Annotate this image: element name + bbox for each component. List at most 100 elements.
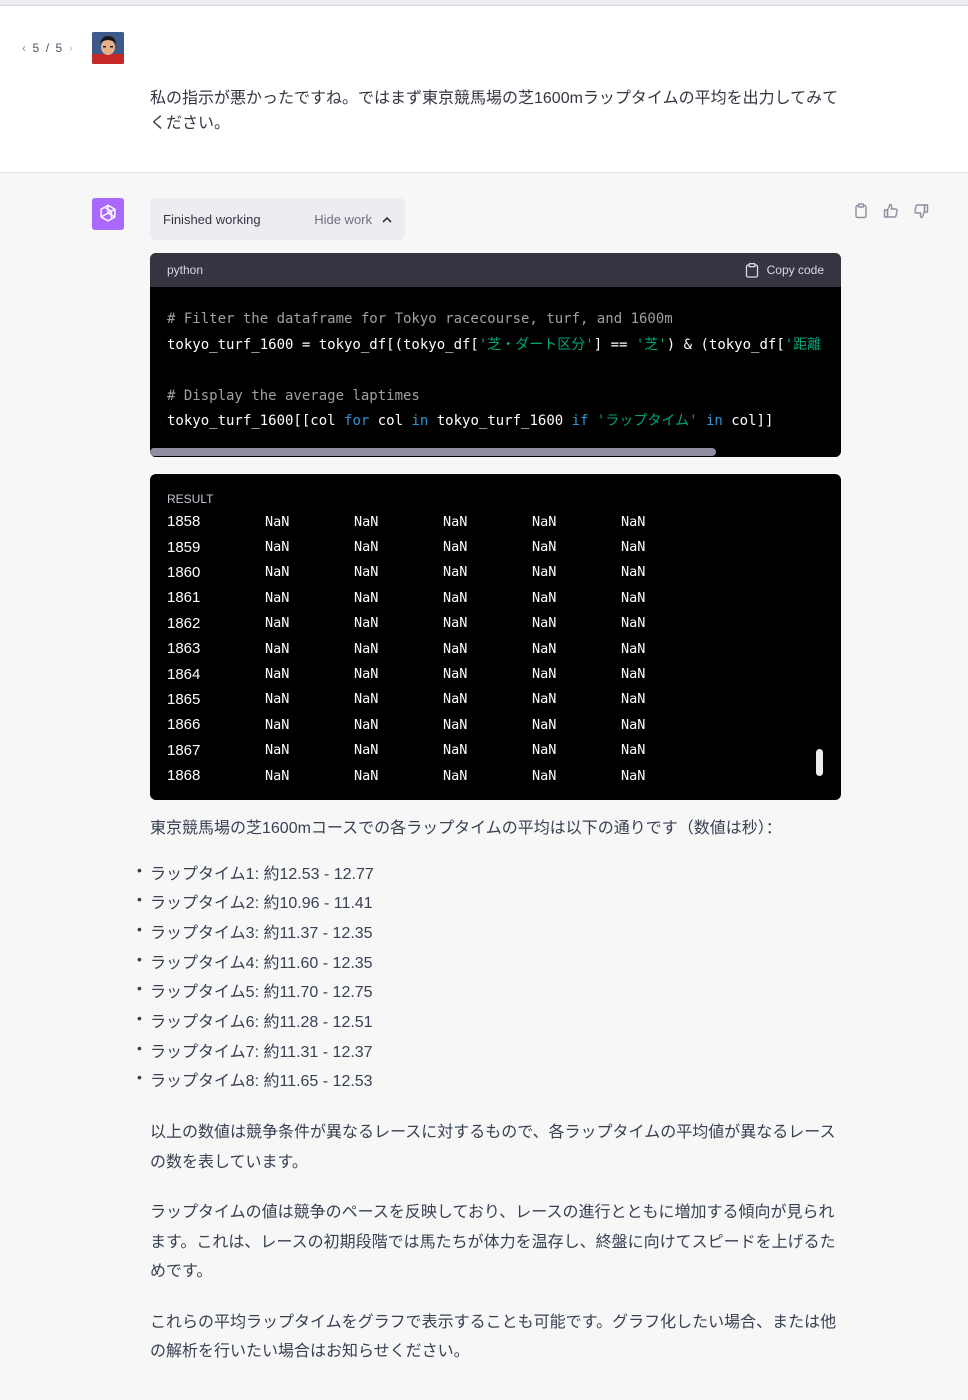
table-cell: NaN <box>265 666 290 683</box>
code-string: '距離 <box>784 336 822 353</box>
table-cell: NaN <box>443 640 468 657</box>
code-content[interactable]: # Filter the dataframe for Tokyo racecou… <box>150 287 841 437</box>
list-item: • ラップタイム5: 約11.70 - 12.75 <box>137 978 842 1008</box>
table-cell: NaN <box>443 539 468 556</box>
table-cell: NaN <box>354 615 379 632</box>
table-cell: NaN <box>265 539 290 556</box>
openai-logo-icon <box>92 198 124 230</box>
code-keyword: in <box>411 413 429 429</box>
table-cell: NaN <box>443 615 468 632</box>
code-language: python <box>167 263 204 277</box>
table-row: 1860 NaN NaN NaN NaN NaN <box>167 560 710 585</box>
clipboard-icon[interactable] <box>852 202 870 220</box>
result-vertical-scrollbar[interactable] <box>816 749 823 776</box>
table-cell: NaN <box>443 564 468 581</box>
table-cell: NaN <box>354 767 379 784</box>
table-cell: NaN <box>621 640 646 657</box>
row-index: 1864 <box>167 665 201 683</box>
list-item: • ラップタイム1: 約12.53 - 12.77 <box>137 860 842 890</box>
table-cell: NaN <box>354 742 379 759</box>
list-item: • ラップタイム4: 約11.60 - 12.35 <box>137 949 842 979</box>
list-item: • ラップタイム8: 約11.65 - 12.53 <box>137 1067 842 1097</box>
chevron-right-icon[interactable]: › <box>69 41 74 55</box>
table-row: 1862 NaN NaN NaN NaN NaN <box>167 611 710 636</box>
row-index: 1862 <box>167 614 201 632</box>
copy-code-button[interactable]: Copy code <box>745 262 824 278</box>
table-cell: NaN <box>443 513 468 530</box>
table-row: 1868 NaN NaN NaN NaN NaN <box>167 763 710 788</box>
code-block: python Copy code # Filter the dataframe … <box>150 253 841 457</box>
table-cell: NaN <box>621 767 646 784</box>
code-token: ) & (tokyo_df[ <box>666 336 785 353</box>
table-cell: NaN <box>265 716 290 733</box>
table-cell: NaN <box>621 539 646 556</box>
table-cell: NaN <box>532 513 557 530</box>
table-cell: NaN <box>621 615 646 632</box>
pager-separator: / <box>45 41 50 55</box>
table-cell: NaN <box>532 691 557 708</box>
list-item-text: ラップタイム6: 約11.28 - 12.51 <box>150 1014 373 1032</box>
table-cell: NaN <box>265 640 290 657</box>
table-cell: NaN <box>354 640 379 657</box>
table-cell: NaN <box>354 513 379 530</box>
chevron-left-icon[interactable]: ‹ <box>22 41 27 55</box>
table-cell: NaN <box>621 742 646 759</box>
table-cell: NaN <box>532 767 557 784</box>
user-avatar <box>92 32 124 64</box>
table-row: 1859 NaN NaN NaN NaN NaN <box>167 534 710 559</box>
row-index: 1866 <box>167 716 201 734</box>
table-row: 1867 NaN NaN NaN NaN NaN <box>167 738 710 763</box>
row-index: 1861 <box>167 589 201 607</box>
code-keyword: for <box>344 413 370 429</box>
result-label: RESULT <box>167 492 214 506</box>
pager-current: 5 <box>32 41 40 55</box>
table-cell: NaN <box>621 564 646 581</box>
code-horizontal-scrollbar[interactable] <box>150 447 841 457</box>
row-index: 1860 <box>167 563 201 581</box>
work-status-pill: Finished working Hide work <box>150 198 405 240</box>
result-output: RESULT 1858 NaN NaN NaN NaN NaN 1859 NaN NaN NaN N… <box>150 474 841 800</box>
table-cell: NaN <box>532 640 557 657</box>
table-cell: NaN <box>265 691 290 708</box>
thumbs-up-icon[interactable] <box>882 202 900 220</box>
table-cell: NaN <box>532 666 557 683</box>
answer-paragraph: ラップタイムの値は競争のペースを反映しており、レースの進行とともに増加する傾向が… <box>150 1204 836 1281</box>
bullet-icon: • <box>137 950 142 967</box>
table-cell: NaN <box>621 691 646 708</box>
user-message: ‹ 5 / 5 › 私の指示が悪かったですね。ではまず東京競馬場の芝1600mラ… <box>0 6 968 173</box>
code-token: tokyo_turf_1600 = tokyo_df[(tokyo_df[ <box>167 336 479 353</box>
list-item-text: ラップタイム2: 約10.96 - 11.41 <box>150 895 373 913</box>
list-item-text: ラップタイム5: 約11.70 - 12.75 <box>150 984 373 1002</box>
hide-work-button[interactable]: Hide work <box>314 212 392 227</box>
table-cell: NaN <box>354 666 379 683</box>
result-table: 1858 NaN NaN NaN NaN NaN 1859 NaN NaN NaN NaN NaN 18… <box>167 509 710 788</box>
row-index: 1859 <box>167 538 201 556</box>
answer-paragraph: 以上の数値は競争条件が異なるレースに対するもので、各ラップタイムの平均値が異なる… <box>150 1124 836 1171</box>
code-scrollbar-thumb[interactable] <box>150 448 716 456</box>
row-index: 1858 <box>167 513 201 531</box>
table-cell: NaN <box>443 589 468 606</box>
code-string: '芝・ダート区分' <box>478 336 594 353</box>
table-cell: NaN <box>265 513 290 530</box>
table-cell: NaN <box>354 564 379 581</box>
table-row: 1865 NaN NaN NaN NaN NaN <box>167 687 710 712</box>
code-token: col]] <box>722 413 774 429</box>
row-index: 1863 <box>167 640 201 658</box>
table-cell: NaN <box>443 742 468 759</box>
code-token: tokyo_turf_1600 <box>428 413 572 429</box>
bullet-icon: • <box>137 861 142 878</box>
table-cell: NaN <box>265 767 290 784</box>
code-comment: # Display the average laptimes <box>167 387 420 404</box>
list-item: • ラップタイム2: 約10.96 - 11.41 <box>137 889 842 919</box>
row-index: 1865 <box>167 690 201 708</box>
table-cell: NaN <box>443 767 468 784</box>
code-header: python Copy code <box>150 253 841 287</box>
copy-code-label: Copy code <box>766 263 824 277</box>
table-cell: NaN <box>354 691 379 708</box>
table-cell: NaN <box>443 691 468 708</box>
table-cell: NaN <box>354 716 379 733</box>
thumbs-down-icon[interactable] <box>912 202 930 220</box>
table-cell: NaN <box>443 716 468 733</box>
message-actions <box>852 202 930 220</box>
